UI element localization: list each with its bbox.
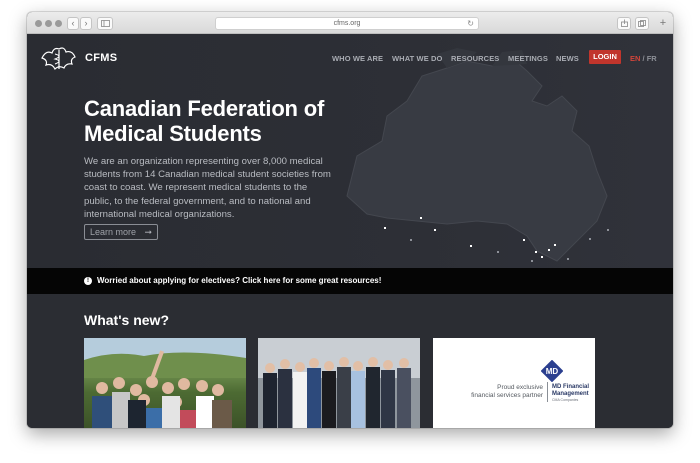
share-icon [620,19,628,27]
chevron-right-icon: › [84,18,88,28]
electives-banner[interactable]: ! Worried about applying for electives? … [27,268,673,294]
partner-tagline-line1: Proud exclusive [497,384,543,391]
chevron-left-icon: ‹ [71,18,75,28]
sidebar-icon [100,20,110,27]
cfms-logo-icon[interactable] [39,44,79,72]
arrow-right-icon: ➞ [144,227,152,237]
language-switcher: EN / FR [630,54,657,63]
news-card-team-photo[interactable] [258,338,420,428]
md-logo-text: MD [546,367,559,376]
browser-window: ‹ › cfms.org ↻ + CFMS WHO WE ARE WHAT WE… [27,12,673,428]
lang-fr-link[interactable]: FR [647,54,657,63]
website: CFMS WHO WE ARE WHAT WE DO RESOURCES MEE… [27,34,673,428]
md-name-line1: MD Financial [552,384,590,390]
hero-title-line1: Canadian Federation of [84,96,325,121]
hero-title: Canadian Federation of Medical Students [84,96,374,146]
brand-name[interactable]: CFMS [85,52,117,64]
address-bar[interactable]: cfms.org ↻ [215,17,479,30]
partner-tagline: Proud exclusive financial services partn… [445,384,543,400]
md-financial-name: MD Financial Management [552,384,589,398]
learn-more-label: Learn more [90,227,137,237]
close-window-dot[interactable] [35,20,42,27]
hero-section: CFMS WHO WE ARE WHAT WE DO RESOURCES MEE… [27,34,673,268]
partner-tagline-line2: financial services partner [471,392,543,399]
news-card-md-partner[interactable]: Proud exclusive financial services partn… [433,338,595,428]
zoom-window-dot[interactable] [55,20,62,27]
browser-toolbar: ‹ › cfms.org ↻ + [27,12,673,34]
md-name-line2: Management [552,390,589,397]
info-icon: ! [84,277,92,285]
news-card-group-photo[interactable] [84,338,246,428]
sidebar-button[interactable] [97,17,113,30]
new-tab-button[interactable]: + [657,17,669,30]
group-selfie-photo [84,338,246,428]
nav-what-we-do[interactable]: WHAT WE DO [392,54,442,63]
whats-new-heading: What's new? [84,312,169,328]
reload-icon[interactable]: ↻ [467,18,474,29]
team-photo [258,338,420,428]
nav-meetings[interactable]: MEETINGS [508,54,548,63]
share-button[interactable] [617,17,631,30]
hero-title-line2: Medical Students [84,121,262,146]
canada-map-icon [346,48,609,262]
tabs-icon [638,20,646,27]
nav-news[interactable]: NEWS [556,54,579,63]
url-text: cfms.org [333,20,361,27]
banner-link-text[interactable]: Worried about applying for electives? Cl… [97,276,381,285]
minimize-window-dot[interactable] [45,20,52,27]
login-button[interactable]: LOGIN [589,50,621,64]
forward-button[interactable]: › [80,17,92,30]
tabs-button[interactable] [635,17,649,30]
md-subtitle: CMA Companies [552,398,579,402]
lang-en-link[interactable]: EN [630,54,640,63]
nav-who-we-are[interactable]: WHO WE ARE [332,54,383,63]
learn-more-button[interactable]: Learn more ➞ [84,224,158,240]
back-button[interactable]: ‹ [67,17,79,30]
partner-divider [547,382,548,402]
md-financial-logo-icon: MD [541,360,563,382]
nav-resources[interactable]: RESOURCES [451,54,499,63]
hero-description: We are an organization representing over… [84,156,331,220]
